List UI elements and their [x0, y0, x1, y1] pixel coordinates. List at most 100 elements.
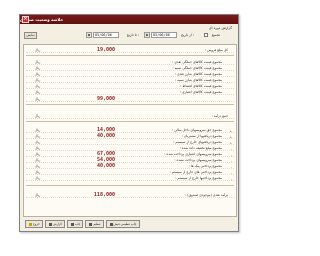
printer-icon — [70, 222, 74, 226]
detail-row-label: مجموع پرداختیها خارج از سیستم : — [175, 176, 222, 180]
sales-row-currency: ریال — [35, 60, 41, 64]
sales-row-currency: ریال — [35, 72, 41, 76]
plus-icon: + — [229, 129, 232, 133]
detail-row-value: 40,000 — [96, 163, 115, 169]
filter-row: تجمیع از تاریخ : 85/06/06 تا تاریخ : 85/… — [20, 32, 238, 39]
minus-icon: - — [230, 165, 232, 169]
detail-row-currency: ریال — [35, 146, 41, 150]
receipt-print-button[interactable]: چاپ تنظیمی فیش — [105, 220, 140, 228]
cash-balance-label: برآمد نقدی (موجودی صندوق) : — [185, 193, 228, 197]
period-group-label: گزارش دوره ای — [208, 26, 232, 30]
minus-icon: - — [230, 159, 232, 163]
detail-row-value: 40,000 — [96, 133, 115, 139]
show-report-button[interactable]: نمایش — [24, 32, 37, 39]
cash-sales-total-row: 99,000 ریال — [26, 97, 234, 102]
report-window: خلاصه وضعیت صندوق × گزارش دوره ای تجمیع … — [19, 14, 239, 232]
detail-row-currency: ریال — [35, 176, 41, 180]
all-label: تجمیع — [211, 33, 220, 37]
detail-row: + مجموع دریافتیهای خارج از سیستم : ریال — [26, 140, 234, 145]
cash-balance-value: 118,000 — [93, 192, 115, 198]
all-checkbox[interactable] — [204, 33, 208, 37]
sales-row: مجموع قیمت کالاهای جملگی نسیه : ریال — [26, 66, 234, 71]
sales-row: مجموع قیمت کالاهای اعتباری : ریال — [26, 90, 234, 95]
detail-row-label: مجموع دریافتیهای خارج از سیستم : — [173, 140, 222, 144]
report-panel: کل مبلغ فروش : 19,000 ریال مجموع قیمت کا… — [23, 44, 237, 217]
close-button[interactable]: × — [22, 16, 29, 23]
income-row: جمع درآمد : ریال — [26, 114, 234, 119]
exit-label: خروج — [32, 222, 40, 226]
cash-sales-total-value: 99,000 — [96, 96, 115, 102]
settings-icon — [89, 222, 93, 226]
detail-row-currency: ریال — [35, 158, 41, 162]
divider — [26, 185, 234, 186]
detail-row-label: مجموع پرداختی پیک ها : — [188, 164, 222, 168]
total-sales-row: کل مبلغ فروش : 19,000 ریال — [26, 48, 234, 53]
detail-row-currency: ریال — [35, 152, 41, 156]
exit-button[interactable]: خروج — [25, 220, 43, 228]
cash-balance-currency: ریال — [35, 193, 41, 197]
divider — [26, 55, 234, 56]
sales-row-currency: ریال — [35, 90, 41, 94]
report-button[interactable]: گزارش — [44, 220, 65, 228]
detail-row-label: مجموع حق سرویسهای داخل سالن : — [172, 128, 222, 132]
sales-row-currency: ریال — [35, 66, 41, 70]
minus-icon: - — [230, 147, 232, 151]
detail-row-label: مجموع پرداختی های خارج از سیستم : — [169, 170, 222, 174]
print-button[interactable]: چاپ — [66, 220, 84, 228]
detail-row-currency: ریال — [35, 134, 41, 138]
exit-icon — [29, 222, 32, 226]
from-date-field[interactable]: 85/06/06 — [151, 32, 177, 38]
from-date-label: از تاریخ : — [180, 33, 194, 37]
settings-button[interactable]: تنظیم — [85, 220, 104, 228]
sales-row-currency: ریال — [35, 78, 41, 82]
detail-row: - مجموع مبلغ تخفیف داده شده : ریال — [26, 146, 234, 151]
to-date-field[interactable]: 85/06/06 — [93, 32, 119, 38]
report-label: گزارش — [52, 222, 62, 226]
sales-row-label: مجموع قیمت کالاهای شارژ نسیه : — [175, 78, 222, 82]
to-calendar-icon[interactable] — [86, 32, 92, 38]
income-label: جمع درآمد : — [211, 114, 228, 118]
receipt-label: چاپ تنظیمی فیش — [113, 222, 137, 226]
sales-row-label: مجموع قیمت کالاهای شارژ نقدی : — [174, 72, 222, 76]
title-bar[interactable]: خلاصه وضعیت صندوق — [20, 15, 238, 24]
filter-panel: گزارش دوره ای تجمیع از تاریخ : 85/06/06 … — [20, 24, 238, 43]
total-sales-currency: ریال — [35, 48, 41, 52]
bottom-toolbar: خروج گزارش چاپ تنظیم چاپ تنظیمی فیش — [23, 219, 237, 229]
sales-row: مجموع قیمت کالاهای شارژ نسیه : ریال — [26, 78, 234, 83]
settings-label: تنظیم — [93, 222, 101, 226]
detail-row-label: مجموع سرویسهای پرداخت نشده : — [174, 158, 222, 162]
sales-row: مجموع قیمت کالاهای اقساط : ریال — [26, 84, 234, 89]
detail-row-currency: ریال — [35, 170, 41, 174]
detail-row: + مجموع حق سرویسهای داخل سالن : 14,000 ر… — [26, 128, 234, 133]
detail-row-label: مجموع مبلغ تخفیف داده شده : — [179, 146, 222, 150]
detail-row: - مجموع پرداختی پیک ها : 40,000 ریال — [26, 164, 234, 169]
plus-icon: + — [229, 135, 232, 139]
cash-balance-row: برآمد نقدی (موجودی صندوق) : 118,000 ریال — [26, 193, 234, 198]
sales-row: مجموع قیمت کالاهای شارژ نقدی : ریال — [26, 72, 234, 77]
print-label: چاپ — [74, 222, 81, 226]
detail-row: - مجموع پرداختیها خارج از سیستم : ریال — [26, 176, 234, 181]
sales-row-label: مجموع قیمت کالاهای جملگی نسیه : — [172, 66, 222, 70]
detail-row-currency: ریال — [35, 164, 41, 168]
detail-row: - مجموع سرویسهای اعتباری پرداخت شده : 67… — [26, 152, 234, 157]
cash-sales-total-currency: ریال — [35, 97, 41, 101]
from-calendar-icon[interactable] — [144, 32, 150, 38]
divider — [26, 121, 234, 122]
income-currency: ریال — [35, 114, 41, 118]
minus-icon: - — [230, 177, 232, 181]
detail-row-currency: ریال — [35, 140, 41, 144]
divider — [26, 104, 234, 105]
sales-row: مجموع قیمت کالاهای جملگی نقدی : ریال — [26, 60, 234, 65]
plus-icon: + — [229, 141, 232, 145]
detail-row-currency: ریال — [35, 128, 41, 132]
sales-row-label: مجموع قیمت کالاهای اقساط : — [180, 84, 222, 88]
detail-row: + مجموع دریافتیها از مشتریان : 40,000 ری… — [26, 134, 234, 139]
sales-row-label: مجموع قیمت کالاهای اعتباری : — [179, 90, 222, 94]
detail-row: - مجموع سرویسهای پرداخت نشده : 54,000 ری… — [26, 158, 234, 163]
total-sales-value: 19,000 — [96, 47, 115, 53]
report-icon — [48, 222, 52, 226]
sales-row-currency: ریال — [35, 84, 41, 88]
total-sales-label: کل مبلغ فروش : — [205, 48, 228, 52]
minus-icon: - — [230, 171, 232, 175]
detail-row-label: مجموع سرویسهای اعتباری پرداخت شده : — [164, 152, 222, 156]
